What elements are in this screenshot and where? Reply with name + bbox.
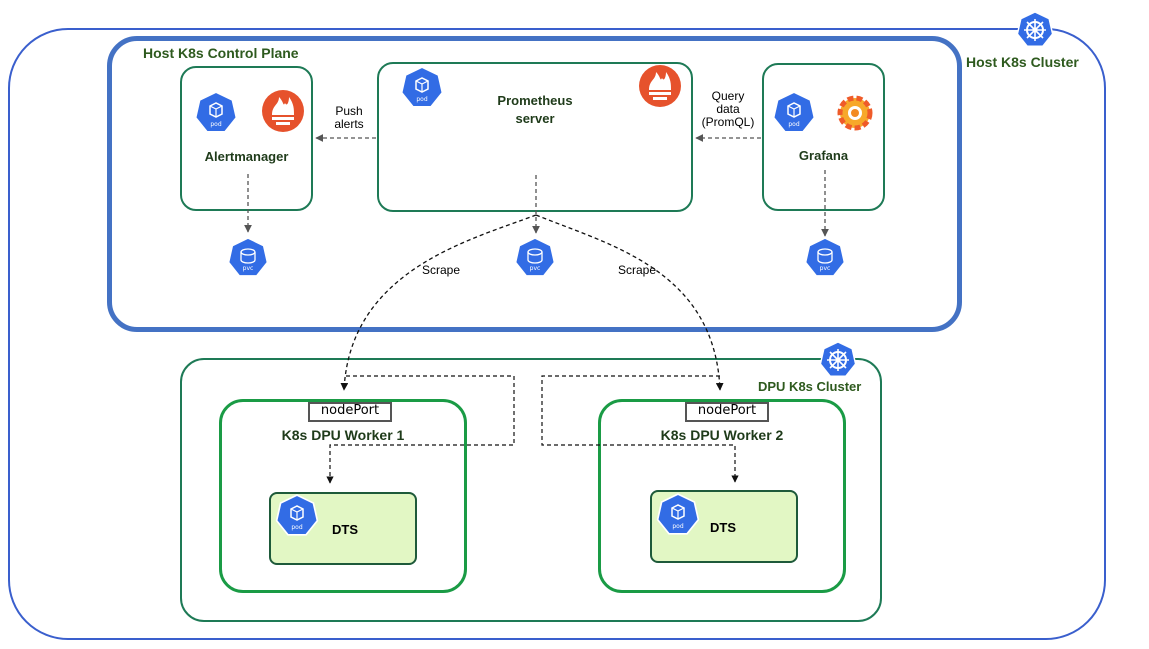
node-port-route-1 — [326, 375, 515, 484]
svg-text:pod: pod — [416, 96, 427, 103]
alertmanager-pod-icon: pod — [194, 91, 238, 133]
node-port-route-2 — [541, 375, 739, 483]
prometheus-logo-icon — [639, 65, 681, 107]
svg-text:pvc: pvc — [243, 265, 254, 272]
diagram-overlay: pod pod pod pod pod pvc pvc pvc — [194, 11, 1054, 536]
grafana-pvc-icon: pvc — [804, 237, 846, 277]
host-cluster-k8s-icon — [1016, 11, 1054, 47]
dts-pod-icon-2: pod — [656, 493, 700, 535]
dpu-cluster-k8s-icon — [819, 341, 857, 377]
svg-text:pod: pod — [672, 523, 683, 530]
alertmanager-prometheus-logo-icon — [262, 90, 304, 132]
dts-pod-icon-1: pod — [275, 494, 319, 536]
svg-text:pod: pod — [291, 524, 302, 531]
svg-text:pod: pod — [210, 121, 221, 128]
svg-text:pod: pod — [788, 121, 799, 128]
svg-text:pvc: pvc — [820, 265, 831, 272]
svg-text:pvc: pvc — [530, 265, 541, 272]
grafana-pod-icon: pod — [772, 91, 816, 133]
scrape-left-arrow — [340, 214, 537, 391]
alertmanager-pvc-icon: pvc — [227, 237, 269, 277]
scrape-right-arrow — [535, 214, 724, 391]
prometheus-pod-icon: pod — [400, 66, 444, 108]
grafana-logo-icon — [837, 95, 873, 131]
prometheus-pvc-icon: pvc — [514, 237, 556, 277]
